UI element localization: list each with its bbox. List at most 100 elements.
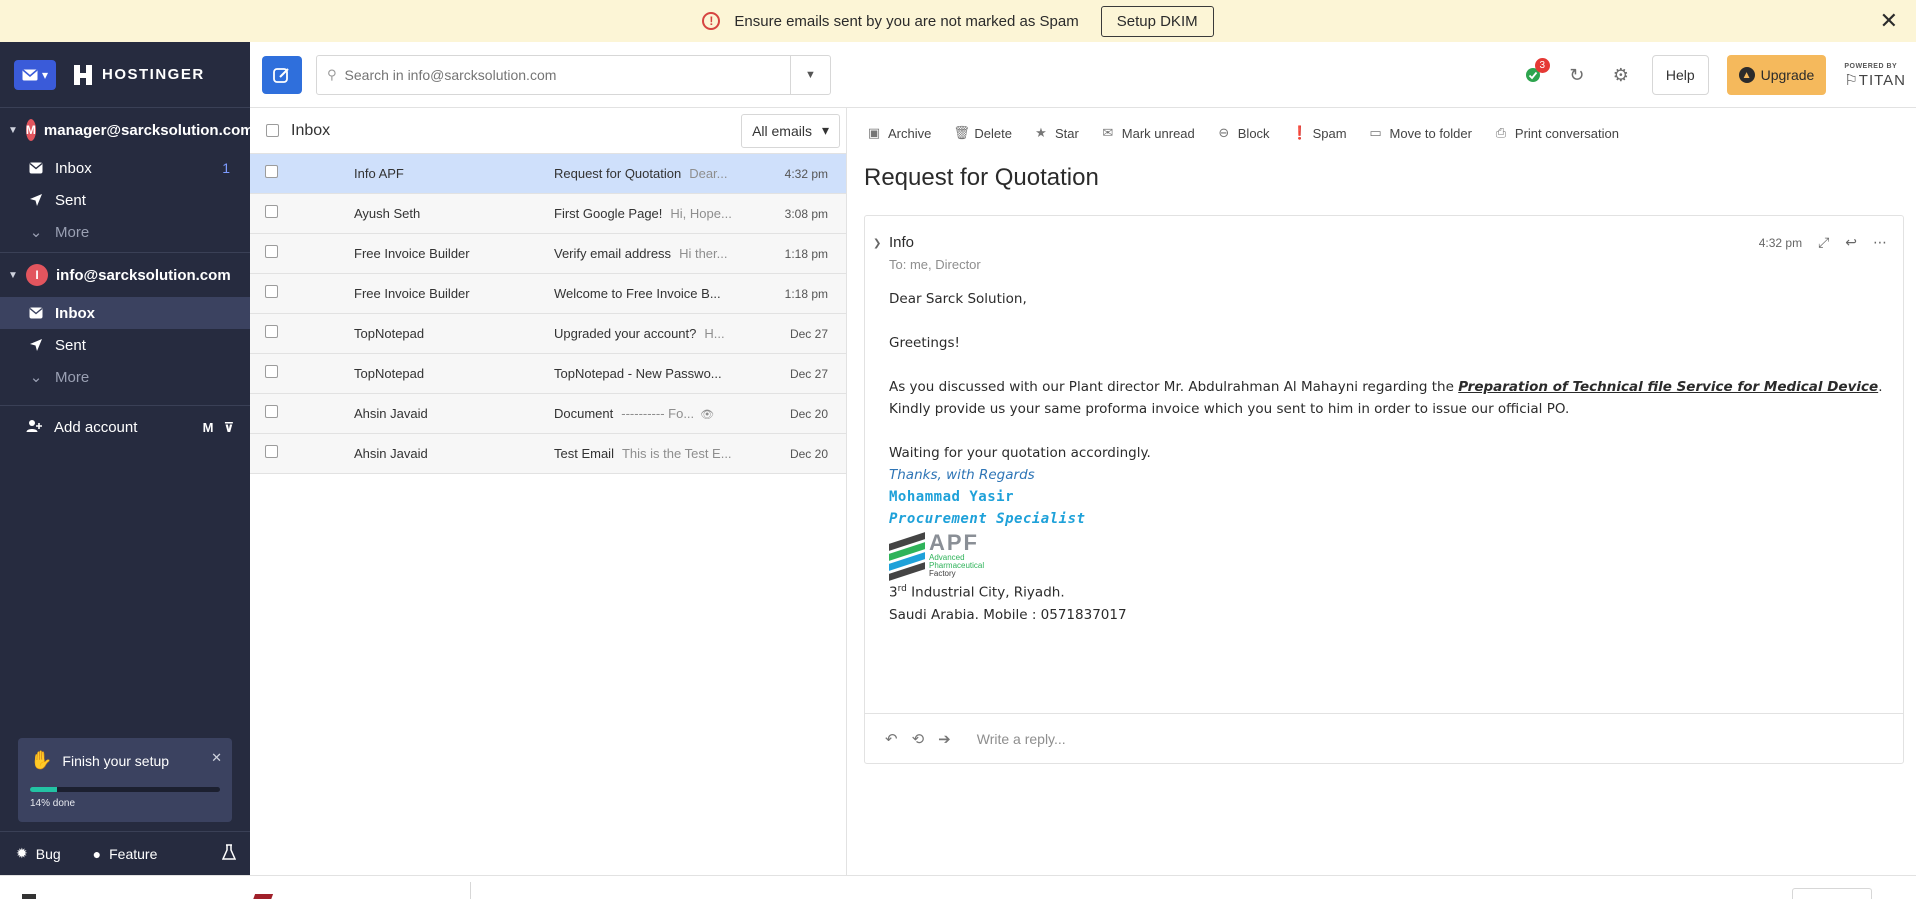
row-subject: Welcome to Free Invoice B...: [554, 286, 721, 301]
hostinger-logo: HOSTINGER: [72, 64, 205, 86]
outlook-icon: ⊽: [223, 419, 234, 435]
inbox-icon: [29, 306, 43, 320]
row-checkbox[interactable]: [265, 245, 278, 258]
archive-button[interactable]: ▣ Archive: [867, 125, 932, 141]
sidebar-item-sent[interactable]: Sent: [0, 329, 250, 361]
reply-icon[interactable]: ↶: [885, 730, 898, 748]
apf-logo-mark: [889, 532, 925, 581]
apf-company-logo: APF Advanced Pharmaceutical Factory: [889, 532, 1903, 581]
taskbar-button[interactable]: [1792, 888, 1872, 899]
feature-request-button[interactable]: ● Feature: [77, 846, 174, 862]
message-actions-bar: ▣ Archive 🗑 Delete ★ Star ✉ Mark unread ⊖ Blo…: [847, 108, 1916, 158]
row-checkbox[interactable]: [265, 205, 278, 218]
send-icon: [29, 193, 43, 207]
list-title: Inbox: [291, 121, 331, 139]
row-preview: Hi, Hope...: [670, 206, 732, 221]
help-button[interactable]: Help: [1651, 55, 1709, 95]
bug-report-button[interactable]: ✹ Bug: [0, 845, 77, 862]
eye-icon: 👁: [700, 409, 715, 421]
email-filter-dropdown[interactable]: All emails ▾: [741, 113, 840, 148]
row-time: 3:08 pm: [784, 206, 828, 221]
print-button[interactable]: ⎙ Print conversation: [1494, 125, 1619, 141]
lightbulb-icon: ●: [92, 845, 102, 862]
list-header: Inbox All emails ▾: [250, 108, 846, 154]
spam-button[interactable]: ❗ Spam: [1292, 125, 1347, 141]
table-row[interactable]: TopNotepad Upgraded your account? H... Dec …: [250, 314, 846, 354]
row-preview: Hi ther...: [679, 246, 728, 261]
feature-label: Feature: [109, 845, 158, 862]
printer-icon: ⎙: [1495, 125, 1507, 140]
close-icon[interactable]: ✕: [1880, 8, 1898, 34]
reply-input[interactable]: Write a reply...: [977, 731, 1066, 747]
account-header-manager[interactable]: ▼ M manager@sarcksolution.com: [0, 108, 254, 152]
more-options-icon[interactable]: ⋯: [1873, 234, 1887, 251]
table-row[interactable]: TopNotepad TopNotepad - New Passwo... Dec …: [250, 354, 846, 394]
sidebar-item-inbox[interactable]: Inbox 1: [0, 152, 250, 184]
table-row[interactable]: Ahsin Javaid Document ---------- Fo... 👁 Dec…: [250, 394, 846, 434]
sidebar: ▾ HOSTINGER ▼ M manager@sarcksolution.co…: [0, 42, 254, 875]
star-button[interactable]: ★ Star: [1034, 125, 1079, 141]
folder-icon: ▭: [1369, 125, 1382, 140]
hostinger-logo-icon: [72, 64, 94, 86]
upgrade-button[interactable]: ▲ Upgrade: [1726, 55, 1827, 95]
search-options-dropdown[interactable]: ▼: [790, 56, 830, 94]
forward-icon[interactable]: ➔: [938, 730, 951, 748]
message-list-panel: Inbox All emails ▾ Info APF Request for Q…: [250, 108, 847, 875]
row-sender: Ahsin Javaid: [354, 406, 428, 421]
notifications-icon[interactable]: 3: [1520, 58, 1550, 88]
reply-all-icon[interactable]: ⟲: [912, 730, 925, 748]
account-header-info[interactable]: ▼ I info@sarcksolution.com: [0, 253, 250, 297]
taskbar-icon[interactable]: [252, 894, 274, 899]
table-row[interactable]: Free Invoice Builder Welcome to Free Invo…: [250, 274, 846, 314]
move-to-folder-button[interactable]: ▭ Move to folder: [1369, 125, 1472, 141]
mark-unread-button[interactable]: ✉ Mark unread: [1101, 125, 1194, 141]
signature-name: Mohammad Yasir: [889, 489, 1015, 505]
expand-icon[interactable]: ⤢: [1818, 234, 1829, 251]
reading-pane: ▣ Archive 🗑 Delete ★ Star ✉ Mark unread ⊖ Blo…: [847, 108, 1916, 875]
table-row[interactable]: Ahsin Javaid Test Email This is the Test E…: [250, 434, 846, 474]
refresh-icon[interactable]: ↻: [1564, 62, 1590, 88]
add-account-button[interactable]: Add account M ⊽: [0, 405, 250, 449]
row-checkbox[interactable]: [265, 405, 278, 418]
row-checkbox[interactable]: [265, 285, 278, 298]
sidebar-item-sent[interactable]: Sent: [0, 184, 250, 216]
chevron-right-icon[interactable]: ❯: [873, 238, 881, 249]
row-checkbox[interactable]: [265, 165, 278, 178]
taskbar-icon[interactable]: [22, 894, 36, 899]
search-input[interactable]: [336, 57, 790, 93]
delete-button[interactable]: 🗑 Delete: [953, 125, 1012, 141]
row-time: Dec 20: [789, 446, 828, 461]
row-time: Dec 27: [789, 366, 828, 381]
row-checkbox[interactable]: [265, 325, 278, 338]
row-checkbox[interactable]: [265, 445, 278, 458]
table-row[interactable]: Info APF Request for Quotation Dear... 4:32…: [250, 154, 846, 194]
greeting: Greetings!: [889, 335, 960, 351]
row-subject: TopNotepad - New Passwo...: [554, 366, 722, 381]
row-checkbox[interactable]: [265, 365, 278, 378]
reply-all-icon[interactable]: ↩: [1845, 234, 1857, 251]
table-row[interactable]: Ayush Seth First Google Page! Hi, Hope... 3…: [250, 194, 846, 234]
setup-dkim-button[interactable]: Setup DKIM: [1100, 5, 1214, 37]
beaker-icon[interactable]: [221, 844, 237, 863]
finish-setup-card[interactable]: ✋ Finish your setup ✕ 14% done: [18, 738, 232, 822]
sidebar-item-label: More: [55, 223, 90, 241]
app-switcher-button[interactable]: ▾: [14, 59, 56, 90]
mail-icon: [22, 68, 38, 80]
block-button[interactable]: ⊖ Block: [1217, 125, 1269, 141]
chevron-down-icon: ▼: [8, 124, 18, 136]
sidebar-item-more[interactable]: ⌄ More: [0, 361, 250, 393]
message-header[interactable]: ❯ Info To: me, Director 4:32 pm ⤢ ↩ ⋯: [865, 216, 1903, 288]
compose-button[interactable]: [262, 56, 302, 94]
sidebar-item-more[interactable]: ⌄ More: [0, 216, 250, 248]
table-row[interactable]: Free Invoice Builder Verify email address…: [250, 234, 846, 274]
sidebar-footer: ✹ Bug ● Feature: [0, 831, 250, 875]
close-icon[interactable]: ✕: [211, 750, 222, 766]
search-icon: ⚲: [327, 67, 337, 82]
signature-address: 3rd Industrial City, Riyadh.: [889, 584, 1065, 601]
gear-icon[interactable]: ⚙: [1608, 62, 1634, 88]
sidebar-item-inbox[interactable]: Inbox: [0, 297, 250, 329]
signature-thanks: Thanks, with Regards: [889, 467, 1035, 483]
select-all-checkbox[interactable]: [266, 124, 279, 137]
search-bar: ⚲ ▼: [316, 55, 831, 95]
row-preview: ---------- Fo...: [621, 406, 695, 421]
